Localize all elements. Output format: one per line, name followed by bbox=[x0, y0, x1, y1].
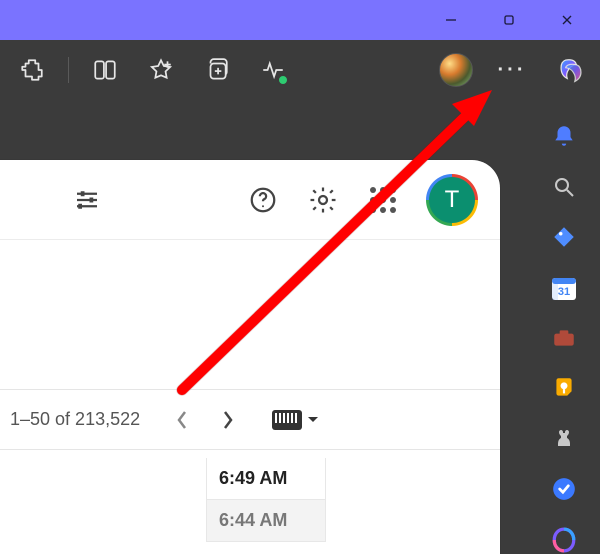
sidebar-shopping-icon[interactable] bbox=[548, 223, 580, 251]
split-screen-icon[interactable] bbox=[83, 48, 127, 92]
performance-icon[interactable] bbox=[251, 48, 295, 92]
google-apps-button[interactable] bbox=[366, 183, 400, 217]
sliders-icon bbox=[72, 185, 102, 215]
keyboard-icon bbox=[272, 410, 302, 430]
pager-prev-button[interactable] bbox=[162, 400, 202, 440]
google-account-button[interactable]: T bbox=[426, 174, 478, 226]
edge-sidebar: 31 bbox=[528, 100, 600, 554]
gmail-blank-area bbox=[0, 240, 500, 390]
browser-toolbar: ··· bbox=[0, 40, 600, 100]
gmail-pager: 1–50 of 213,522 bbox=[0, 390, 500, 450]
chevron-left-icon bbox=[176, 410, 188, 430]
gmail-toolbar: T bbox=[0, 160, 500, 240]
input-tool-select[interactable] bbox=[272, 410, 318, 430]
toolbar-separator bbox=[68, 57, 69, 83]
copilot-button[interactable] bbox=[546, 48, 590, 92]
pager-range: 1–50 of 213,522 bbox=[10, 409, 140, 430]
sidebar-m365-icon[interactable] bbox=[548, 526, 580, 554]
message-time[interactable]: 6:44 AM bbox=[206, 500, 326, 542]
caret-down-icon bbox=[308, 417, 318, 427]
message-times: 6:49 AM 6:44 AM bbox=[0, 450, 500, 542]
account-initial: T bbox=[429, 177, 475, 223]
sidebar-search-icon[interactable] bbox=[548, 172, 580, 200]
window-close-button[interactable] bbox=[538, 0, 596, 40]
chevron-right-icon bbox=[222, 410, 234, 430]
favorites-icon[interactable] bbox=[139, 48, 183, 92]
more-dots-icon: ··· bbox=[492, 59, 533, 82]
svg-text:31: 31 bbox=[558, 286, 570, 298]
window-maximize-button[interactable] bbox=[480, 0, 538, 40]
status-dot-icon bbox=[277, 74, 289, 86]
sidebar-calendar-icon[interactable]: 31 bbox=[548, 273, 580, 301]
window-titlebar bbox=[0, 0, 600, 40]
settings-button[interactable] bbox=[306, 183, 340, 217]
gear-icon bbox=[308, 185, 338, 215]
sidebar-notifications-icon[interactable] bbox=[548, 122, 580, 150]
message-time[interactable]: 6:49 AM bbox=[206, 458, 326, 500]
apps-grid-icon bbox=[370, 187, 396, 213]
sidebar-tools-icon[interactable] bbox=[548, 324, 580, 352]
search-options-button[interactable] bbox=[70, 183, 104, 217]
sidebar-games-icon[interactable] bbox=[548, 425, 580, 453]
copilot-icon bbox=[558, 57, 584, 83]
avatar-image bbox=[439, 53, 473, 87]
sidebar-tasks-icon[interactable] bbox=[548, 475, 580, 503]
gmail-panel: T 1–50 of 213,522 6:49 AM 6:44 AM bbox=[0, 160, 500, 554]
sidebar-keep-icon[interactable] bbox=[548, 374, 580, 402]
help-icon bbox=[248, 185, 278, 215]
more-menu-button[interactable]: ··· bbox=[490, 48, 534, 92]
pager-next-button[interactable] bbox=[208, 400, 248, 440]
help-button[interactable] bbox=[246, 183, 280, 217]
collections-icon[interactable] bbox=[195, 48, 239, 92]
extensions-icon[interactable] bbox=[10, 48, 54, 92]
window-minimize-button[interactable] bbox=[422, 0, 480, 40]
profile-avatar[interactable] bbox=[434, 48, 478, 92]
